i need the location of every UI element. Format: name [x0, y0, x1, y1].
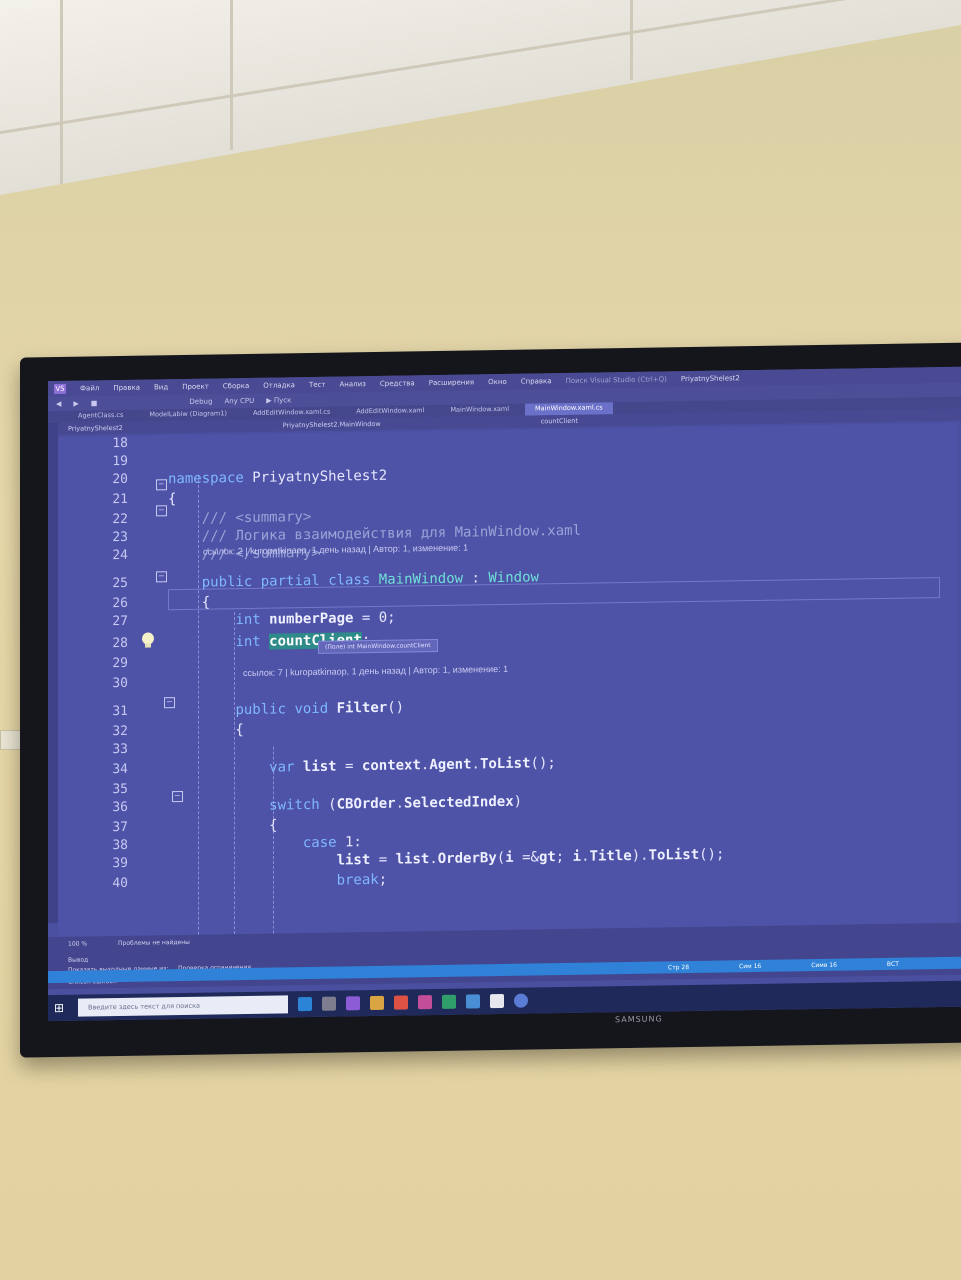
- line-number: 26: [112, 595, 128, 612]
- app-icon[interactable]: [418, 995, 432, 1010]
- project-dropdown[interactable]: PriyatnyShelest2: [68, 424, 123, 433]
- class-dropdown[interactable]: PriyatnyShelest2.MainWindow: [283, 420, 381, 430]
- taskbar-search-input[interactable]: Введите здесь текст для поиска: [78, 995, 288, 1017]
- code-text: int numberPage = 0;: [235, 609, 396, 629]
- code-text: {: [168, 594, 211, 612]
- tab-agentclass[interactable]: AgentClass.cs: [68, 410, 133, 423]
- line-number: 35: [112, 781, 128, 798]
- code-editor[interactable]: 18 19 20 namespace PriyatnyShelest2 21 {22 //…: [58, 422, 958, 937]
- line-number: 23: [112, 529, 128, 546]
- menu-item-file[interactable]: Файл: [80, 384, 99, 392]
- ide-window: VS Файл Правка Вид Проект Сборка Отладка…: [48, 366, 961, 1022]
- line-number: 27: [112, 613, 128, 630]
- fold-class-icon[interactable]: −: [156, 571, 167, 583]
- zoom-level[interactable]: 100 %: [68, 940, 87, 947]
- status-chars: Симв 16: [811, 961, 837, 969]
- line-number: 29: [112, 655, 128, 672]
- code-text: public partial class MainWindow : Window: [201, 569, 539, 591]
- line-number: 40: [112, 875, 128, 892]
- menu-item-tools[interactable]: Средства: [380, 379, 415, 388]
- run-label: Пуск: [273, 396, 292, 405]
- line-number: 33: [112, 741, 128, 758]
- fold-summary-icon[interactable]: −: [156, 505, 167, 517]
- code-text: {: [168, 491, 177, 508]
- app-icon[interactable]: [514, 993, 528, 1008]
- code-text: break;: [336, 871, 388, 889]
- solution-name: PriyatnyShelest2: [680, 374, 740, 384]
- line-number: 37: [112, 819, 128, 836]
- visual-studio-icon[interactable]: [346, 996, 360, 1011]
- run-button[interactable]: ▶ Пуск: [266, 396, 291, 404]
- visual-studio-logo-icon: VS: [54, 383, 66, 395]
- menu-item-extensions[interactable]: Расширения: [429, 378, 474, 387]
- menu-item-build[interactable]: Сборка: [223, 382, 249, 390]
- ceiling-grid-line: [60, 0, 63, 190]
- code-text: /// <summary>: [168, 508, 312, 528]
- line-number: 21: [112, 491, 128, 508]
- issues-indicator[interactable]: Проблемы не найдены: [118, 939, 190, 947]
- menu-item-project[interactable]: Проект: [182, 383, 209, 391]
- ceiling-grid-line: [0, 0, 961, 135]
- windows-start-icon[interactable]: ⊞: [54, 1001, 68, 1015]
- line-number: 18: [112, 435, 128, 452]
- ceiling: [0, 0, 961, 195]
- tv-monitor: VS Файл Правка Вид Проект Сборка Отладка…: [20, 342, 961, 1058]
- code-text: namespace PriyatnyShelest2: [168, 467, 388, 488]
- code-text: {: [168, 722, 244, 740]
- excel-icon[interactable]: [442, 994, 456, 1009]
- line-number: 31: [112, 703, 128, 720]
- lightbulb-icon[interactable]: [141, 631, 155, 649]
- line-number: 28: [112, 635, 128, 652]
- lightbulb-shape: [142, 632, 154, 648]
- menu-item-test[interactable]: Тест: [309, 381, 326, 389]
- save-icon[interactable]: ■: [91, 399, 98, 407]
- back-icon[interactable]: ◀: [56, 400, 61, 408]
- line-number: 38: [112, 837, 128, 854]
- code-text: case 1:: [302, 834, 362, 852]
- left-tool-strip: [48, 422, 58, 924]
- code-text: public void Filter(): [235, 699, 405, 719]
- menu-item-edit[interactable]: Правка: [113, 384, 140, 392]
- code-text: {: [168, 817, 278, 836]
- edge-icon[interactable]: [298, 996, 312, 1012]
- tv-brand-logo: SAMSUNG: [615, 1014, 663, 1025]
- status-line: Стр 28: [668, 963, 690, 971]
- file-explorer-icon[interactable]: [370, 995, 384, 1011]
- notepad-icon[interactable]: [490, 993, 504, 1009]
- member-dropdown[interactable]: countClient: [541, 417, 578, 426]
- menu-item-view[interactable]: Вид: [154, 383, 168, 391]
- fold-namespace-icon[interactable]: −: [156, 479, 167, 491]
- status-col: Сим 16: [739, 962, 762, 970]
- line-number: 24: [112, 547, 128, 564]
- line-number: 22: [112, 511, 128, 528]
- line-number: 34: [112, 761, 128, 778]
- fold-method-icon[interactable]: −: [164, 697, 175, 709]
- menu-item-help[interactable]: Справка: [521, 377, 552, 385]
- config-select[interactable]: Debug: [189, 398, 212, 406]
- line-number: 30: [112, 675, 128, 692]
- forward-icon[interactable]: ▶: [73, 400, 78, 408]
- ceiling-grid-line: [630, 0, 633, 80]
- menu-item-analyze[interactable]: Анализ: [339, 380, 365, 388]
- menu-item-window[interactable]: Окно: [488, 378, 507, 386]
- app-icon[interactable]: [322, 996, 336, 1011]
- line-number: 19: [112, 453, 128, 470]
- chrome-icon[interactable]: [394, 995, 408, 1010]
- quickinfo-tooltip: (Поле) int MainWindow.countClient: [318, 638, 438, 654]
- platform-select[interactable]: Any CPU: [224, 397, 254, 405]
- line-number: 36: [112, 799, 128, 816]
- line-number: 32: [112, 723, 128, 740]
- ceiling-grid-line: [230, 0, 233, 150]
- output-title: Вывод: [68, 956, 89, 964]
- app-icon[interactable]: [466, 994, 480, 1009]
- search-input[interactable]: Поиск Visual Studio (Ctrl+Q): [566, 375, 667, 385]
- line-number: 39: [112, 855, 128, 872]
- menu-item-debug[interactable]: Отладка: [263, 381, 295, 389]
- line-number: 20: [112, 471, 128, 488]
- fold-switch-icon[interactable]: −: [172, 790, 183, 803]
- line-number: 25: [112, 575, 128, 592]
- status-ins: ВСТ: [886, 960, 899, 968]
